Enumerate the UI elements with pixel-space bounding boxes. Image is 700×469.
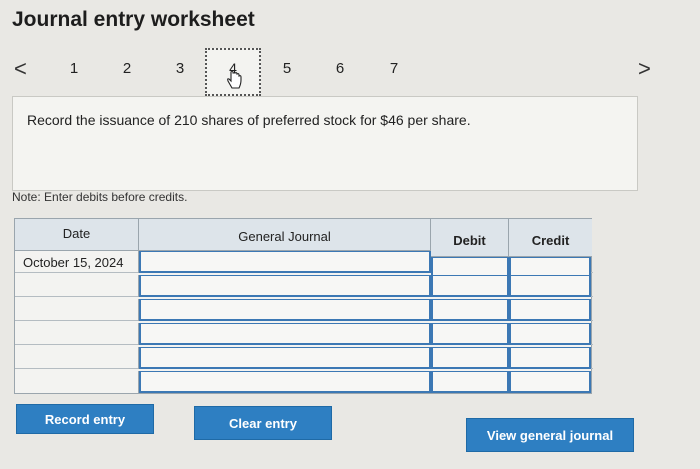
step-navigation: < 1 2 3 4 5 6 7 > xyxy=(0,48,700,96)
hand-cursor-icon xyxy=(227,70,242,89)
note-text: Note: Enter debits before credits. xyxy=(12,190,188,204)
date-cell[interactable] xyxy=(15,299,139,321)
credit-input[interactable] xyxy=(509,347,591,369)
prompt-text: Record the issuance of 210 shares of pre… xyxy=(27,112,471,128)
table-row xyxy=(15,299,593,321)
step-3[interactable]: 3 xyxy=(170,60,190,77)
date-cell[interactable] xyxy=(15,323,139,345)
debit-input[interactable] xyxy=(431,299,509,321)
table-row xyxy=(15,347,593,369)
date-cell[interactable] xyxy=(15,347,139,369)
record-entry-button[interactable]: Record entry xyxy=(16,404,154,434)
step-2[interactable]: 2 xyxy=(117,60,137,77)
account-input[interactable] xyxy=(139,323,431,345)
credit-input[interactable] xyxy=(509,299,591,321)
credit-input[interactable] xyxy=(509,275,591,297)
page-title: Journal entry worksheet xyxy=(12,8,255,31)
date-cell[interactable] xyxy=(15,275,139,297)
debit-input[interactable] xyxy=(431,371,509,393)
account-input[interactable] xyxy=(139,371,431,393)
journal-entry-table: Date General Journal Debit Credit Octobe… xyxy=(14,218,593,394)
account-input[interactable] xyxy=(139,275,431,297)
step-6[interactable]: 6 xyxy=(330,60,350,77)
step-4-active[interactable]: 4 xyxy=(205,48,261,96)
prompt-box: Record the issuance of 210 shares of pre… xyxy=(12,96,638,191)
date-cell[interactable]: October 15, 2024 xyxy=(15,251,139,273)
table-row xyxy=(15,275,593,297)
table-row: October 15, 2024 xyxy=(15,251,593,279)
step-7[interactable]: 7 xyxy=(384,60,404,77)
account-input[interactable] xyxy=(139,347,431,369)
chevron-left-icon[interactable]: < xyxy=(14,56,27,82)
credit-input[interactable] xyxy=(509,323,591,345)
debit-input[interactable] xyxy=(431,275,509,297)
debit-input[interactable] xyxy=(431,347,509,369)
header-date: Date xyxy=(15,219,139,251)
date-cell[interactable] xyxy=(15,371,139,393)
table-row xyxy=(15,323,593,345)
chevron-right-icon[interactable]: > xyxy=(638,56,651,82)
account-input[interactable] xyxy=(139,251,431,273)
debit-input[interactable] xyxy=(431,323,509,345)
step-1[interactable]: 1 xyxy=(64,60,84,77)
account-input[interactable] xyxy=(139,299,431,321)
credit-input[interactable] xyxy=(509,371,591,393)
clear-entry-button[interactable]: Clear entry xyxy=(194,406,332,440)
step-5[interactable]: 5 xyxy=(277,60,297,77)
header-general-journal: General Journal xyxy=(139,219,431,251)
view-general-journal-button[interactable]: View general journal xyxy=(466,418,634,452)
table-row xyxy=(15,371,593,393)
